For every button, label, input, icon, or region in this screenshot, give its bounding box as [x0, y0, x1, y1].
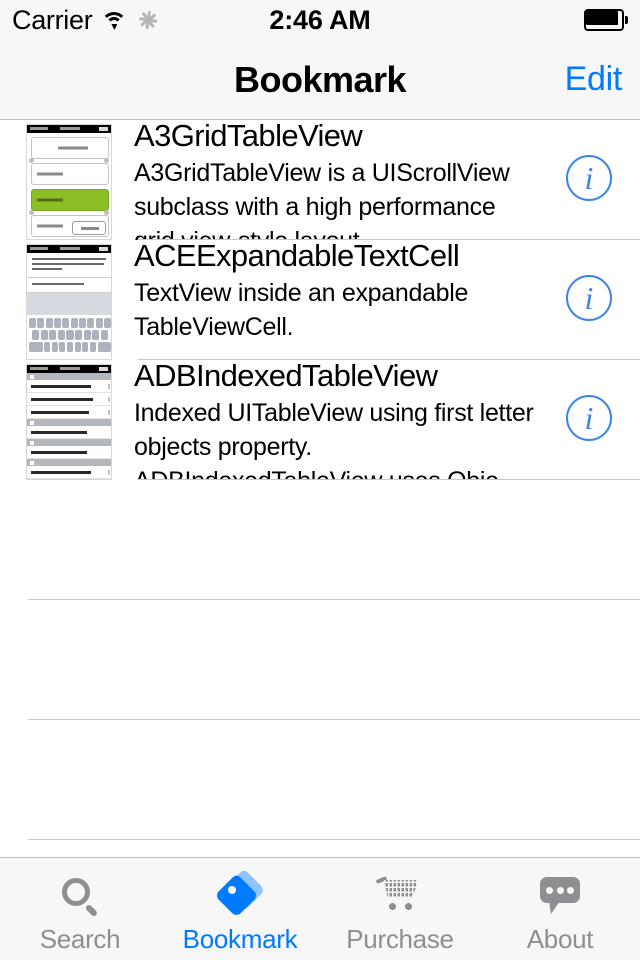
list-item-detail: TextView inside an expandable TableViewC…	[134, 279, 469, 341]
list-item-text: ACEExpandableTextCell TextView inside an…	[134, 240, 534, 344]
expandable-text-cell-thumbnail	[26, 244, 112, 360]
tab-label: Search	[39, 924, 121, 954]
tab-bookmark[interactable]: Bookmark	[160, 858, 320, 960]
tab-about[interactable]: About	[480, 858, 640, 960]
tab-label: About	[526, 924, 594, 954]
empty-list-row	[0, 600, 640, 720]
battery-icon	[584, 9, 628, 31]
page-title: Bookmark	[233, 58, 407, 100]
list-item-detail: Indexed UITableView using first letter o…	[134, 399, 534, 480]
status-bar-time: 2:46 AM	[269, 4, 371, 35]
list-item-text: ADBIndexedTableView Indexed UITableView …	[134, 360, 534, 480]
grid-table-view-thumbnail	[26, 124, 112, 240]
tag-icon	[210, 868, 270, 920]
navigation-bar: Bookmark Edit	[0, 40, 640, 120]
list-item[interactable]: ACEExpandableTextCell TextView inside an…	[0, 240, 640, 360]
empty-list-row	[0, 480, 640, 600]
empty-list-row	[0, 720, 640, 840]
list-item-title: ADBIndexedTableView	[134, 360, 438, 393]
info-button[interactable]: i	[566, 155, 612, 201]
speech-bubble-icon	[530, 872, 590, 920]
bookmark-list[interactable]: A3GridTableView A3GridTableView is a UIS…	[0, 120, 640, 857]
tab-purchase[interactable]: Purchase	[320, 858, 480, 960]
tab-label: Purchase	[346, 924, 454, 954]
app-screen: Carrier 2:46 AM Bookmark Edit A3GridTabl…	[0, 0, 640, 960]
list-item[interactable]: A3GridTableView A3GridTableView is a UIS…	[0, 120, 640, 240]
indexed-table-view-thumbnail	[26, 364, 112, 480]
list-item[interactable]: ADBIndexedTableView Indexed UITableView …	[0, 360, 640, 480]
tab-label: Bookmark	[182, 924, 298, 954]
list-item-text: A3GridTableView A3GridTableView is a UIS…	[134, 120, 534, 240]
cart-icon	[370, 872, 430, 920]
search-icon	[50, 872, 110, 920]
info-button[interactable]: i	[566, 395, 612, 441]
edit-button[interactable]: Edit	[565, 40, 623, 119]
list-item-detail: A3GridTableView is a UIScrollView subcla…	[134, 159, 510, 240]
tab-search[interactable]: Search	[0, 858, 160, 960]
info-button[interactable]: i	[566, 275, 612, 321]
tab-bar: Search Bookmark Purchase About	[0, 857, 640, 960]
status-bar: Carrier 2:46 AM	[0, 0, 640, 40]
list-item-title: A3GridTableView	[134, 120, 363, 153]
list-item-title: ACEExpandableTextCell	[134, 240, 460, 273]
